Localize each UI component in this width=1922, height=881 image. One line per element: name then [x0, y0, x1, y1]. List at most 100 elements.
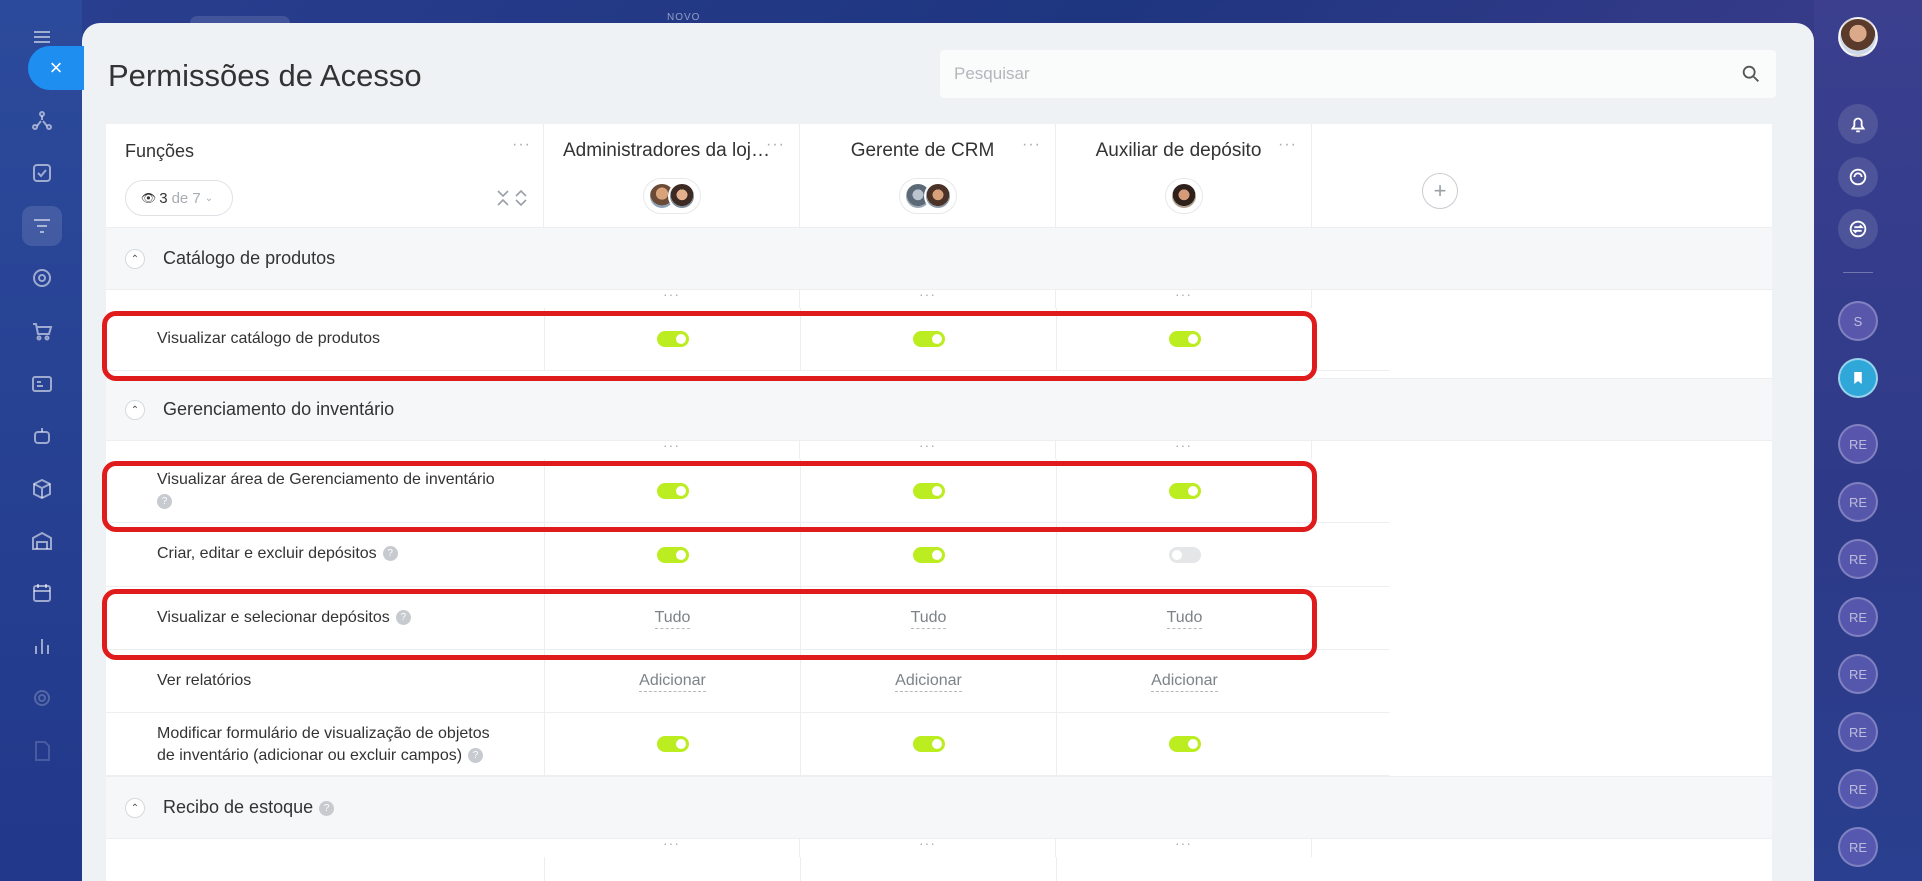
column-menu-icon[interactable]: ··· [800, 287, 1056, 308]
permission-toggle[interactable] [1168, 546, 1201, 563]
column-menu-icon[interactable]: ··· [544, 438, 800, 459]
chat-avatar-re[interactable]: RE [1838, 597, 1878, 637]
help-icon[interactable]: ? [319, 800, 335, 816]
role-menu-icon[interactable]: ··· [1278, 137, 1297, 153]
permission-row: Modificar formulário de visualização de … [106, 713, 1389, 776]
permission-toggle[interactable] [656, 546, 689, 563]
chat-avatar-re[interactable]: RE [1838, 424, 1878, 464]
permission-toggle[interactable] [912, 482, 945, 499]
sync-icon[interactable] [1838, 209, 1878, 249]
chat-avatar-re[interactable]: RE [1838, 769, 1878, 809]
target-icon[interactable] [22, 258, 62, 298]
permission-toggle[interactable] [912, 331, 945, 347]
copilot-icon[interactable] [1838, 157, 1878, 197]
help-icon[interactable]: ? [157, 494, 172, 510]
permission-row [106, 857, 1389, 881]
network-icon[interactable] [22, 101, 62, 141]
view-total: de 7 [171, 189, 201, 207]
column-menu-icon[interactable]: ··· [1056, 287, 1312, 308]
role-menu-icon[interactable]: ··· [766, 137, 785, 153]
analytics-icon[interactable] [22, 626, 62, 666]
collapse-expand-icon[interactable] [495, 188, 529, 208]
permission-value-link[interactable]: Tudo [910, 608, 947, 629]
calendar-icon[interactable] [22, 573, 62, 613]
permission-label: Visualizar área de Gerenciamento de inve… [157, 469, 527, 513]
column-menu-icon[interactable]: ··· [544, 287, 800, 308]
search-box[interactable] [940, 50, 1776, 98]
section-label: Recibo de estoque? [163, 797, 335, 818]
chat-avatar-re[interactable]: RE [1838, 827, 1878, 867]
contact-card-icon[interactable] [22, 364, 62, 404]
functions-menu-icon[interactable]: ··· [512, 137, 531, 153]
role-members[interactable] [1164, 178, 1203, 214]
add-permission-link[interactable]: Adicionar [639, 671, 706, 692]
add-permission-link[interactable]: Adicionar [1151, 671, 1218, 692]
permission-value-link[interactable]: Tudo [1166, 608, 1203, 629]
role-menu-icon[interactable]: ··· [1022, 137, 1041, 153]
role-members[interactable] [642, 178, 701, 214]
bell-icon[interactable] [1838, 104, 1878, 144]
role-column-header[interactable]: Administradores da loj… ··· [544, 124, 800, 227]
chat-avatar-re[interactable]: RE [1838, 712, 1878, 752]
permission-row: Criar, editar e excluir depósitos? [106, 523, 1389, 587]
functions-label: Funções [125, 141, 195, 161]
role-column-header[interactable]: Auxiliar de depósito ··· [1056, 124, 1312, 227]
permission-toggle[interactable] [1168, 331, 1201, 347]
column-menu-icon[interactable]: ··· [800, 836, 1056, 857]
avatar [667, 182, 696, 210]
box-icon[interactable] [22, 469, 62, 509]
section-stock-receipt[interactable]: ⌃ Recibo de estoque? [106, 776, 1772, 839]
permission-toggle[interactable] [656, 736, 689, 752]
permission-toggle[interactable] [912, 546, 945, 563]
user-avatar[interactable] [1838, 17, 1878, 57]
funnel-icon[interactable] [22, 206, 62, 246]
search-icon[interactable] [1740, 63, 1762, 85]
robot-icon[interactable] [22, 416, 62, 456]
chevron-up-icon[interactable]: ⌃ [125, 249, 145, 269]
permission-toggle[interactable] [656, 331, 689, 347]
role-label: Gerente de CRM [850, 140, 995, 161]
tasks-icon[interactable] [22, 153, 62, 193]
help-icon[interactable]: ? [395, 610, 411, 626]
section-catalog[interactable]: ⌃ Catálogo de produtos [106, 227, 1772, 290]
settings-icon[interactable] [22, 678, 62, 718]
chat-avatar-re[interactable]: RE [1838, 482, 1878, 522]
permission-label: Criar, editar e excluir depósitos? [157, 543, 527, 565]
role-members[interactable] [898, 178, 957, 214]
permission-value-link[interactable]: Tudo [654, 608, 691, 629]
add-permission-link[interactable]: Adicionar [895, 671, 962, 692]
dots-row: ··· ··· ··· [106, 836, 1389, 857]
chevron-up-icon[interactable]: ⌃ [125, 798, 145, 818]
column-menu-icon[interactable]: ··· [1056, 438, 1312, 459]
permission-label-line1: Modificar formulário de visualização de … [157, 725, 490, 742]
warehouse-icon[interactable] [22, 521, 62, 561]
cart-icon[interactable] [22, 311, 62, 351]
add-role-button[interactable]: + [1422, 173, 1458, 209]
chat-avatar-re[interactable]: RE [1838, 539, 1878, 579]
permission-toggle[interactable] [912, 736, 945, 752]
column-menu-icon[interactable]: ··· [800, 438, 1056, 459]
search-input[interactable] [954, 64, 1734, 84]
close-button[interactable]: × [28, 46, 84, 90]
help-icon[interactable]: ? [382, 546, 398, 562]
permission-label-line2: de inventário (adicionar ou excluir camp… [157, 747, 463, 764]
help-icon[interactable]: ? [468, 748, 484, 764]
document-icon[interactable] [22, 731, 62, 771]
chat-avatar-s[interactable]: S [1838, 301, 1878, 341]
chat-avatar-re[interactable]: RE [1838, 654, 1878, 694]
role-column-header[interactable]: Gerente de CRM ··· [800, 124, 1056, 227]
bookmark-icon[interactable] [1838, 358, 1878, 398]
permission-label: Ver relatórios [157, 672, 252, 689]
column-menu-icon[interactable]: ··· [1056, 836, 1312, 857]
visible-roles-selector[interactable]: 👁 3 de 7 ⌄ [125, 180, 233, 216]
top-label: NOVO [667, 12, 701, 23]
chevron-up-icon[interactable]: ⌃ [125, 400, 145, 420]
section-inventory[interactable]: ⌃ Gerenciamento do inventário [106, 378, 1772, 441]
permission-toggle[interactable] [1168, 482, 1201, 499]
column-menu-icon[interactable]: ··· [544, 836, 800, 857]
permission-label: Visualizar e selecionar depósitos? [157, 607, 527, 629]
section-label-text: Recibo de estoque [163, 797, 314, 817]
permission-toggle[interactable] [1168, 736, 1201, 752]
chevron-down-icon: ⌄ [204, 192, 214, 204]
permission-toggle[interactable] [656, 482, 689, 499]
